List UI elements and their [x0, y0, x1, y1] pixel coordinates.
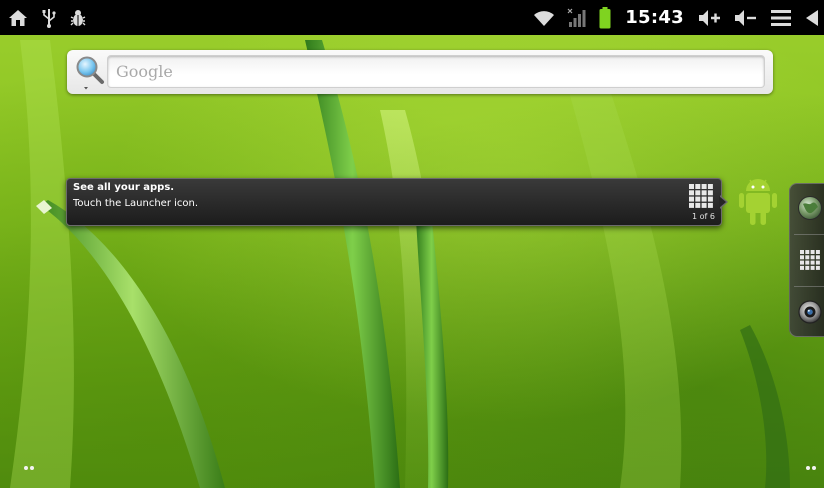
back-icon[interactable] [804, 9, 818, 27]
status-bar: 15:43 [0, 0, 824, 35]
page-dot [812, 466, 816, 470]
app-drawer-grid-icon[interactable] [796, 246, 824, 274]
right-dock [789, 183, 824, 337]
right-page-dots[interactable] [806, 466, 816, 470]
launcher-grid-icon [689, 184, 713, 208]
launcher-hint-tooltip[interactable]: See all your apps. Touch the Launcher ic… [66, 178, 722, 226]
dock-divider [794, 234, 824, 235]
clock: 15:43 [625, 7, 684, 28]
search-placeholder: Google [116, 62, 173, 81]
home-icon[interactable] [8, 9, 28, 27]
page-dot [30, 466, 34, 470]
menu-icon[interactable] [770, 9, 792, 27]
debug-bug-icon [70, 9, 86, 27]
tooltip-body: Touch the Launcher icon. [73, 198, 199, 209]
magnifier-icon[interactable] [75, 55, 105, 91]
dock-divider [794, 286, 824, 287]
home-screen: 15:43 Google See all your apps. Touch th… [0, 0, 824, 488]
page-dot [24, 466, 28, 470]
camera-icon[interactable] [796, 298, 824, 326]
tooltip-pointer-fill [719, 196, 726, 208]
android-robot-icon[interactable] [737, 177, 779, 229]
page-dot [806, 466, 810, 470]
cell-signal-icon [567, 8, 587, 28]
browser-globe-icon[interactable] [796, 194, 824, 222]
tooltip-title: See all your apps. [73, 182, 175, 193]
notification-icons[interactable] [0, 8, 86, 28]
battery-icon [599, 6, 611, 29]
google-search-widget[interactable]: Google [67, 50, 773, 94]
wifi-icon [533, 9, 555, 27]
volume-up-icon[interactable] [698, 9, 722, 27]
usb-icon [42, 8, 56, 28]
volume-down-icon[interactable] [734, 9, 758, 27]
tooltip-counter: 1 of 6 [692, 212, 715, 221]
left-page-dots[interactable] [24, 466, 34, 470]
search-input[interactable]: Google [107, 55, 765, 88]
